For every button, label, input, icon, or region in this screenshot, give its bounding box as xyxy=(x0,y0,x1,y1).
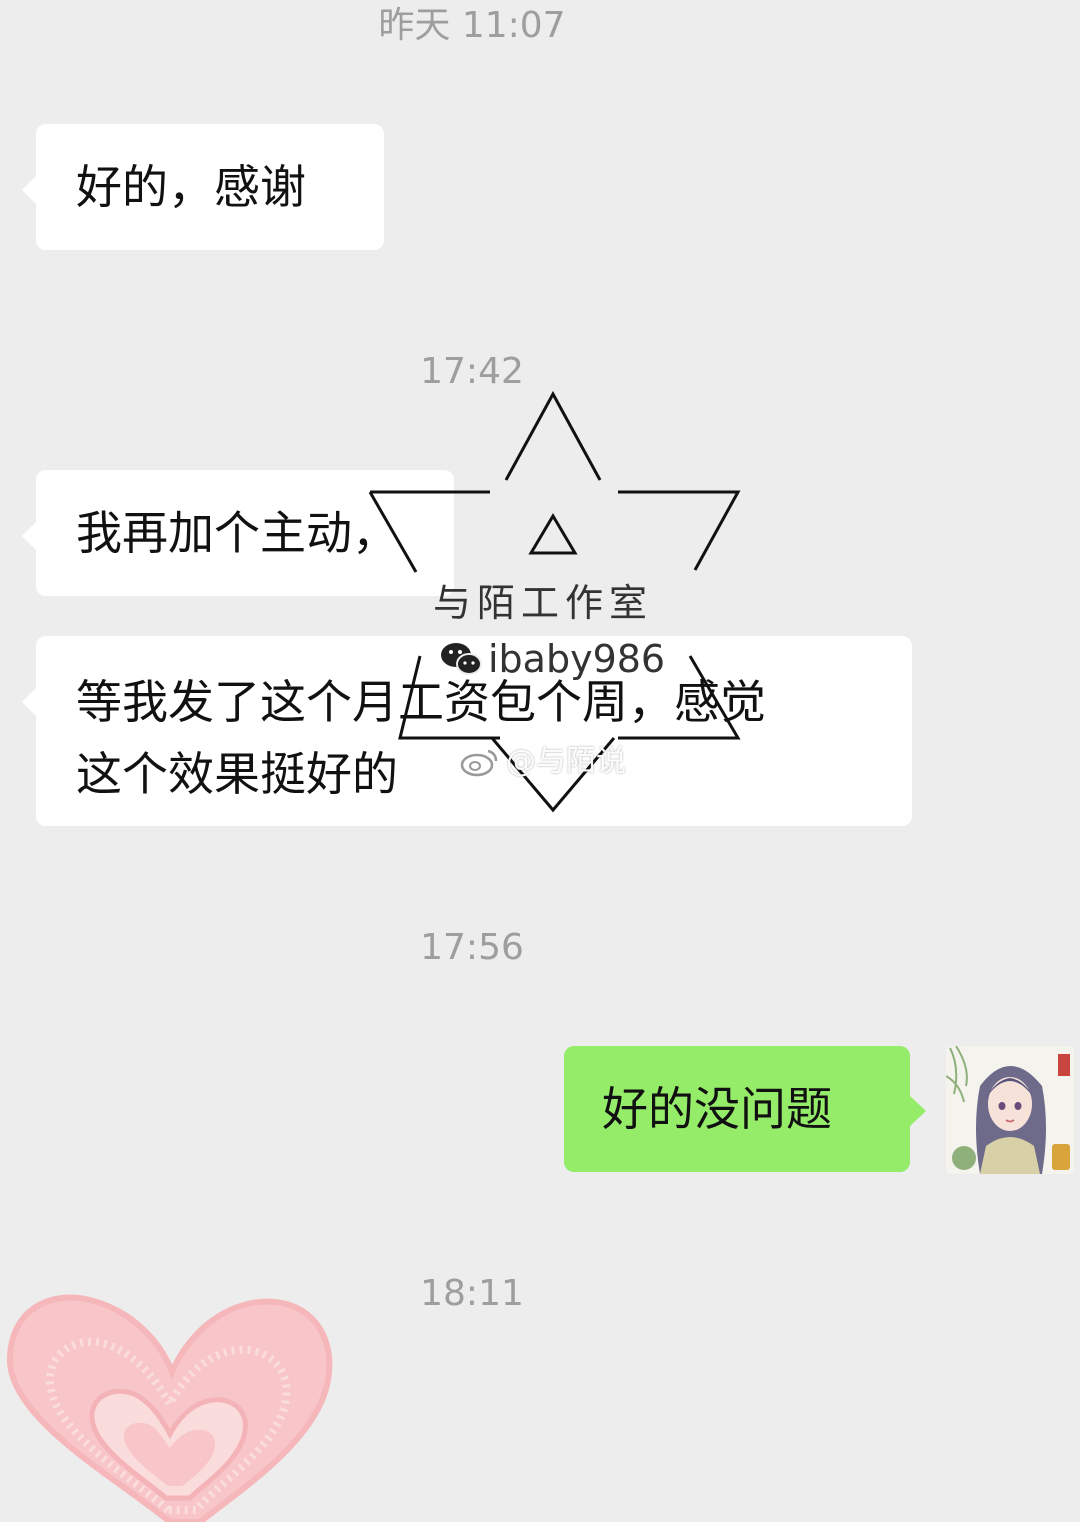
watermark-studio-name: 与陌工作室 xyxy=(433,581,654,625)
wechat-icon xyxy=(441,643,482,675)
watermark-weibo: @与陌说 xyxy=(460,740,626,784)
timestamp: 昨天 11:07 xyxy=(378,5,566,46)
message-text: 好的，感谢 xyxy=(76,160,306,214)
watermark-weibo-handle: @与陌说 xyxy=(506,744,626,779)
avatar-illustration xyxy=(946,1046,1074,1174)
incoming-message-bubble[interactable]: 好的，感谢 xyxy=(22,124,384,250)
message-text: 好的没问题 xyxy=(602,1082,832,1136)
heart-sticker-icon xyxy=(6,1294,333,1522)
avatar[interactable] xyxy=(946,1046,1074,1174)
watermark-wechat: ibaby986 xyxy=(440,636,665,682)
timestamp: 17:42 xyxy=(420,351,524,392)
outgoing-message-bubble[interactable]: 好的没问题 xyxy=(564,1046,926,1172)
timestamp: 17:56 xyxy=(420,927,524,968)
message-text: 我再加个主动， xyxy=(76,506,398,560)
weibo-icon xyxy=(460,749,498,777)
watermark-wechat-id: ibaby986 xyxy=(488,637,666,681)
incoming-message-bubble[interactable]: 我再加个主动， xyxy=(22,470,454,596)
